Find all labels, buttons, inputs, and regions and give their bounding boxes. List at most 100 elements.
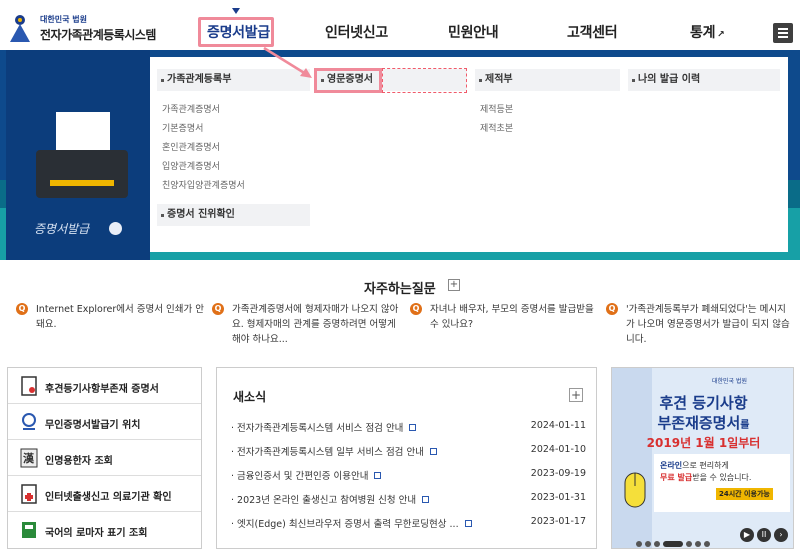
- news-text: 2023년 온라인 출생신고 참여병원 신청 안내: [237, 495, 417, 506]
- question-icon: Q: [606, 303, 618, 315]
- news-date: 2023-01-31: [530, 492, 586, 503]
- court-logo-icon[interactable]: [6, 12, 34, 44]
- new-badge-icon: [374, 472, 382, 479]
- highlight-box-english: [314, 68, 382, 93]
- quick-link-label: 인명용한자 조회: [45, 456, 113, 467]
- menu-item-basic[interactable]: 기본증명서: [162, 121, 203, 134]
- news-more-button[interactable]: +: [569, 388, 583, 402]
- quick-link-guardianship[interactable]: 후견등기사항부존재 증명서: [8, 368, 201, 404]
- quick-link-romanization[interactable]: 국어의 로마자 표기 조회: [8, 512, 201, 548]
- menu-item-full-adoption[interactable]: 친양자입양관계증명서: [162, 178, 245, 191]
- menu-my-history[interactable]: 나의 발급 이력: [628, 69, 780, 91]
- hanja-icon: 漢: [20, 448, 38, 468]
- nav-statistics[interactable]: 통계 ↗: [690, 22, 725, 42]
- faq-text: Internet Explorer에서 증명서 인쇄가 안돼요.: [36, 304, 205, 330]
- carousel-pause-button[interactable]: II: [757, 528, 771, 542]
- menu-certificate-verify[interactable]: 증명서 진위확인: [157, 204, 310, 226]
- promo-badge: 대한민국 법원: [712, 378, 748, 385]
- highlight-box-nav: [198, 17, 274, 47]
- news-text: 금융인증서 및 간편인증 이용안내: [237, 471, 369, 482]
- mouse-icon: [624, 472, 646, 508]
- quick-link-hanja[interactable]: 漢 인명용한자 조회: [8, 440, 201, 476]
- active-menu-indicator: [232, 8, 240, 14]
- faq-more-button[interactable]: +: [448, 279, 460, 291]
- carousel-dots[interactable]: [636, 532, 713, 547]
- logo-court-name: 대한민국 법원: [40, 15, 87, 24]
- menu-item-family-relation[interactable]: 가족관계증명서: [162, 102, 220, 115]
- faq-item[interactable]: Q 가족관계증명서에 형제자매가 나오지 않아요. 형제자매의 관계를 증명하려면…: [212, 302, 404, 347]
- question-icon: Q: [410, 303, 422, 315]
- hamburger-menu-button[interactable]: [773, 23, 793, 43]
- quick-link-label: 후견등기사항부존재 증명서: [45, 384, 159, 395]
- faq-text: '가족관계등록부가 폐쇄되었다'는 메시지가 나오며 영문증명서가 발급이 되지…: [626, 304, 790, 345]
- promo-available: 받을 수 있습니다.: [692, 473, 752, 482]
- promo-line2-main: 부존재증명서: [657, 414, 741, 432]
- news-panel: 새소식 + · 전자가족관계등록시스템 서비스 점검 안내 2024-01-11 …: [216, 367, 597, 549]
- question-icon: Q: [16, 303, 28, 315]
- quick-link-kiosk[interactable]: 무인증명서발급기 위치: [8, 404, 201, 440]
- nav-statistics-label: 통계: [690, 25, 716, 41]
- promo-line5: 무료 발급받을 수 있습니다.: [660, 472, 751, 483]
- promo-banner[interactable]: 대한민국 법원 후견 등기사항 부존재증명서를 2019년 1월 1일부터 온라…: [611, 367, 794, 549]
- question-icon: Q: [212, 303, 224, 315]
- news-text: 엣지(Edge) 최신브라우저 증명서 출력 무한로딩현상 ...: [237, 519, 459, 530]
- new-badge-icon: [409, 424, 417, 431]
- external-link-icon: ↗: [717, 30, 725, 40]
- news-date: 2023-09-19: [530, 468, 586, 479]
- svg-text:漢: 漢: [23, 451, 35, 465]
- faq-text: 자녀나 배우자, 부모의 증명서를 발급받을 수 있나요?: [430, 304, 594, 330]
- news-item[interactable]: · 금융인증서 및 간편인증 이용안내 2023-09-19: [231, 468, 586, 482]
- hero-caption: 증명서발급: [34, 222, 90, 236]
- menu-item-marriage[interactable]: 혼인관계증명서: [162, 140, 220, 153]
- carousel-next-button[interactable]: ›: [774, 528, 788, 542]
- news-date: 2023-01-17: [530, 516, 586, 527]
- medical-icon: [21, 484, 37, 504]
- news-item[interactable]: · 엣지(Edge) 최신브라우저 증명서 출력 무한로딩현상 ... 2023-…: [231, 516, 586, 530]
- carousel-play-button[interactable]: ▶: [740, 528, 754, 542]
- new-badge-icon: [464, 520, 472, 527]
- news-item[interactable]: · 전자가족관계등록시스템 일부 서비스 점검 안내 2024-01-10: [231, 444, 586, 458]
- news-item[interactable]: · 전자가족관계등록시스템 서비스 점검 안내 2024-01-11: [231, 420, 586, 434]
- promo-line3: 2019년 1월 1일부터: [646, 436, 761, 450]
- highlight-dashed-box: [382, 68, 467, 93]
- new-badge-icon: [422, 496, 430, 503]
- quick-link-label: 무인증명서발급기 위치: [45, 420, 141, 431]
- printer-icon: [36, 150, 128, 198]
- promo-line1: 후견 등기사항: [659, 394, 748, 412]
- promo-line2: 부존재증명서를: [612, 412, 793, 433]
- certificate-icon: [21, 376, 37, 396]
- news-date: 2024-01-10: [530, 444, 586, 455]
- menu-item-removed-extract[interactable]: 제적초본: [480, 121, 513, 134]
- quick-link-label: 국어의 로마자 표기 조회: [45, 528, 148, 539]
- news-item[interactable]: · 2023년 온라인 출생신고 참여병원 신청 안내 2023-01-31: [231, 492, 586, 506]
- faq-item[interactable]: Q 자녀나 배우자, 부모의 증명서를 발급받을 수 있나요?: [410, 302, 602, 332]
- site-title[interactable]: 전자가족관계등록시스템: [40, 26, 156, 43]
- quick-links: 후견등기사항부존재 증명서 무인증명서발급기 위치 漢 인명용한자 조회 인터넷…: [7, 367, 202, 549]
- menu-item-adoption[interactable]: 입양관계증명서: [162, 159, 220, 172]
- quick-link-medical[interactable]: 인터넷출생신고 의료기관 확인: [8, 476, 201, 512]
- promo-line4: 온라인으로 편리하게: [660, 460, 729, 471]
- promo-line2-suffix: 를: [740, 420, 750, 431]
- news-text: 전자가족관계등록시스템 서비스 점검 안내: [237, 423, 404, 434]
- mega-menu-dropdown: 가족관계등록부 가족관계증명서 기본증명서 혼인관계증명서 입양관계증명서 친양…: [150, 57, 788, 252]
- certificate-issue-hero[interactable]: 증명서발급: [6, 50, 150, 260]
- menu-removed-register[interactable]: 제적부: [475, 69, 620, 91]
- nav-civil-guide[interactable]: 민원안내: [448, 22, 499, 42]
- nav-internet-report[interactable]: 인터넷신고: [325, 22, 388, 42]
- new-badge-icon: [429, 448, 437, 455]
- nav-customer-center[interactable]: 고객센터: [567, 22, 618, 42]
- news-text: 전자가족관계등록시스템 일부 서비스 점검 안내: [237, 447, 424, 458]
- news-title: 새소식: [233, 390, 267, 404]
- location-icon: [22, 413, 36, 430]
- menu-item-removed-full[interactable]: 제적등본: [480, 102, 513, 115]
- faq-text: 가족관계증명서에 형제자매가 나오지 않아요. 형제자매의 관계를 증명하려면 …: [232, 304, 399, 345]
- promo-free: 무료 발급: [660, 473, 693, 482]
- book-icon: [22, 522, 36, 538]
- faq-item[interactable]: Q Internet Explorer에서 증명서 인쇄가 안돼요.: [16, 302, 208, 332]
- promo-online: 온라인: [660, 461, 683, 470]
- faq-item[interactable]: Q '가족관계등록부가 폐쇄되었다'는 메시지가 나오며 영문증명서가 발급이 되…: [606, 302, 792, 347]
- menu-family-register[interactable]: 가족관계등록부: [157, 69, 310, 91]
- news-date: 2024-01-11: [530, 420, 586, 431]
- arrow-circle-icon[interactable]: [109, 222, 122, 235]
- faq-title: 자주하는질문: [364, 282, 436, 297]
